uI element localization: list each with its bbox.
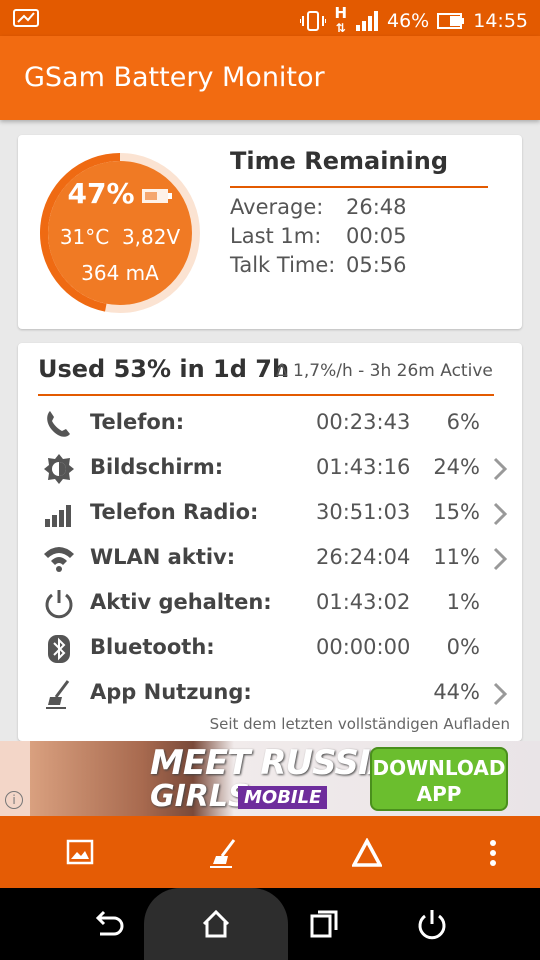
app-title: GSam Battery Monitor — [24, 62, 325, 93]
usage-row-percent: 11% — [433, 545, 480, 569]
ad-button-line1: DOWNLOAD — [372, 756, 506, 780]
bottom-action-bar — [0, 816, 540, 888]
wifi-icon — [44, 547, 74, 572]
delta-button[interactable] — [316, 816, 416, 888]
usage-row-time: 00:00:00 — [316, 635, 411, 659]
ad-badge: MOBILE — [238, 786, 328, 809]
usage-footnote: Seit dem letzten vollständigen Aufladen — [209, 715, 510, 733]
time-remaining-label: Last 1m: — [230, 224, 322, 248]
battery-temperature: 31°C — [59, 225, 110, 249]
usage-row-time: 01:43:02 — [316, 590, 411, 614]
ad-button-line2: APP — [416, 782, 462, 806]
usage-row-time: 00:23:43 — [316, 410, 411, 434]
battery-summary-card[interactable]: 47% 31°C 3,82V 364 mA Time Remaining Ave… — [18, 135, 522, 329]
system-nav-bar — [0, 888, 540, 960]
broom-icon — [46, 680, 70, 709]
battery-level-percent: 47% — [67, 177, 135, 210]
usage-title: Used 53% in 1d 7h — [38, 355, 290, 383]
usage-row-label: WLAN aktiv: — [90, 545, 236, 569]
usage-row-label: App Nutzung: — [90, 680, 252, 704]
broom-icon — [210, 839, 236, 868]
ad-image[interactable]: MEET RUSSIAN GIRLS MOBILE DOWNLOAD APP — [30, 741, 540, 816]
image-icon — [66, 839, 94, 865]
time-remaining-average: Average: 26:48 — [230, 195, 407, 219]
usage-row-time: 26:24:04 — [316, 545, 411, 569]
divider — [230, 186, 488, 188]
usage-row-label: Telefon: — [90, 410, 185, 434]
ad-info-icon[interactable]: i — [5, 791, 23, 809]
ad-banner[interactable]: i MEET RUSSIAN GIRLS MOBILE DOWNLOAD APP — [0, 741, 540, 816]
back-icon[interactable] — [90, 906, 126, 942]
time-remaining-title: Time Remaining — [230, 147, 449, 175]
battery-voltage: 3,82V — [121, 225, 181, 249]
phone-icon — [47, 411, 70, 437]
bluetooth-icon — [48, 635, 70, 663]
notification-image-icon — [12, 7, 40, 33]
delta-icon — [352, 838, 382, 867]
clock: 14:55 — [473, 9, 528, 32]
chevron-right-icon — [493, 682, 508, 706]
usage-row-label: Telefon Radio: — [90, 500, 259, 524]
usage-row-label: Bluetooth: — [90, 635, 215, 659]
time-remaining-talk-time: Talk Time: 05:56 — [230, 253, 407, 277]
time-remaining-value: 00:05 — [346, 224, 407, 248]
home-icon[interactable] — [198, 906, 234, 942]
usage-row-percent: 24% — [433, 455, 480, 479]
usage-row-time: 01:43:16 — [316, 455, 411, 479]
time-remaining-value: 26:48 — [346, 195, 407, 219]
usage-row-percent: 44% — [433, 680, 480, 704]
battery-current: 364 mA — [81, 261, 159, 285]
divider — [38, 394, 494, 396]
chevron-right-icon — [493, 457, 508, 481]
usage-row-percent: 15% — [433, 500, 480, 524]
clean-button[interactable] — [172, 816, 272, 888]
time-remaining-label: Talk Time: — [230, 253, 336, 277]
usage-row-percent: 1% — [446, 590, 480, 614]
network-type-icon: H ⇅ — [334, 4, 347, 36]
usage-card: Used 53% in 1d 7h Δ 1,7%/h - 3h 26m Acti… — [18, 343, 522, 741]
usage-row-screen[interactable]: Bildschirm: 01:43:16 24% — [18, 448, 522, 488]
battery-icon — [437, 12, 465, 29]
ad-download-button[interactable]: DOWNLOAD APP — [370, 747, 508, 811]
power-icon — [45, 590, 73, 619]
usage-row-app-usage[interactable]: App Nutzung: 44% — [18, 673, 522, 713]
network-type-label: H — [334, 4, 347, 22]
overflow-menu-button[interactable] — [456, 816, 540, 888]
vibrate-icon — [300, 10, 327, 32]
power-icon[interactable] — [414, 906, 450, 942]
status-bar: H ⇅ 46% 14:55 — [0, 0, 540, 36]
usage-row-wifi[interactable]: WLAN aktiv: 26:24:04 11% — [18, 538, 522, 578]
usage-row-label: Aktiv gehalten: — [90, 590, 272, 614]
usage-rate: Δ 1,7%/h - 3h 26m Active — [276, 361, 493, 381]
time-remaining-last-1m: Last 1m: 00:05 — [230, 224, 407, 248]
usage-row-percent: 6% — [446, 410, 480, 434]
usage-row-percent: 0% — [446, 635, 480, 659]
battery-percent: 46% — [387, 9, 430, 32]
chevron-right-icon — [493, 547, 508, 571]
recent-apps-icon[interactable] — [306, 906, 342, 942]
time-remaining-label: Average: — [230, 195, 324, 219]
signal-strength-icon — [355, 10, 379, 31]
ad-headline-2: GIRLS — [150, 779, 250, 814]
chevron-right-icon — [493, 502, 508, 526]
signal-icon — [45, 505, 71, 527]
time-remaining-value: 05:56 — [346, 253, 407, 277]
usage-row-radio[interactable]: Telefon Radio: 30:51:03 15% — [18, 493, 522, 533]
image-button[interactable] — [30, 816, 130, 888]
gauge-readout: 47% 31°C 3,82V 364 mA — [36, 149, 204, 317]
usage-row-bluetooth[interactable]: Bluetooth: 00:00:00 0% — [18, 628, 522, 668]
brightness-icon — [44, 454, 74, 484]
usage-row-time: 30:51:03 — [316, 500, 411, 524]
more-vertical-icon — [490, 840, 496, 866]
usage-row-label: Bildschirm: — [90, 455, 224, 479]
usage-row-phone[interactable]: Telefon: 00:23:43 6% — [18, 403, 522, 443]
battery-charge-icon — [141, 179, 173, 212]
app-bar: GSam Battery Monitor — [0, 36, 540, 120]
usage-row-kept-awake[interactable]: Aktiv gehalten: 01:43:02 1% — [18, 583, 522, 623]
